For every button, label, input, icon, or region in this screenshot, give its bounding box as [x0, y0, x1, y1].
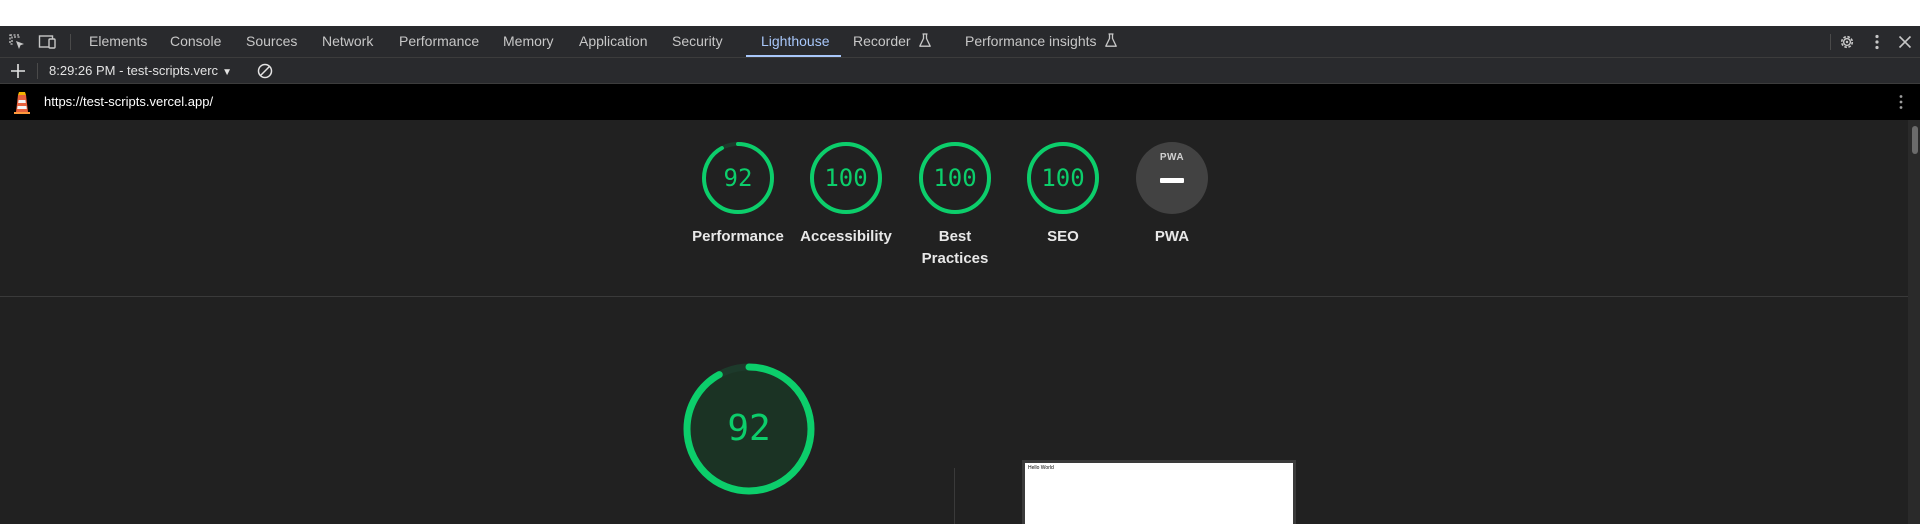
devtools-window: Elements Console Sources Network Perform… [0, 26, 1920, 524]
report-select-dropdown[interactable]: 8:29:26 PM - test-scripts.verc ▼ [49, 58, 232, 83]
gauge-score-value: 100 [933, 164, 977, 192]
tab-label: Recorder [853, 33, 911, 49]
lighthouse-logo-icon [12, 90, 32, 119]
section-divider [954, 468, 955, 524]
tab-label: Memory [503, 33, 554, 49]
main-score-value: 92 [727, 408, 771, 449]
gauge-label: Performance [692, 228, 784, 245]
tab-performance-insights[interactable]: Performance insights [965, 26, 1118, 57]
caret-down-icon: ▼ [222, 67, 232, 78]
report-select-label: 8:29:26 PM - test-scripts.verc [49, 63, 219, 78]
lighthouse-report: 92 Performance 100 Accessibility 100 Bes… [0, 120, 1908, 524]
gauge-best-practices[interactable]: 100 Best Practices [899, 140, 1011, 270]
main-performance-gauge[interactable]: 92 [680, 360, 818, 498]
gauge-label: PWA [1154, 228, 1190, 245]
score-gauges-summary: 92 Performance 100 Accessibility 100 Bes… [0, 120, 1908, 297]
screenshot-text: Hello World [1028, 465, 1054, 471]
more-vertical-icon[interactable] [1868, 33, 1886, 51]
clear-icon[interactable] [256, 62, 274, 80]
gauge-pwa[interactable]: PWA PWA [1117, 140, 1227, 248]
report-url-bar: https://test-scripts.vercel.app/ [0, 84, 1920, 120]
toolbar-separator [37, 63, 38, 79]
tab-label: Performance insights [965, 33, 1097, 49]
gauge-performance[interactable]: 92 Performance [683, 140, 793, 248]
pwa-badge-text: PWA [1159, 152, 1185, 163]
gauge-label: Accessibility [800, 228, 892, 245]
tab-sources[interactable]: Sources [246, 26, 297, 57]
tab-label: Elements [89, 33, 148, 49]
report-url[interactable]: https://test-scripts.vercel.app/ [44, 84, 213, 120]
lighthouse-toolbar: 8:29:26 PM - test-scripts.verc ▼ [0, 58, 1920, 84]
tab-performance[interactable]: Performance [399, 26, 479, 57]
gauge-label: Best Practices [921, 228, 989, 267]
flask-icon [918, 28, 932, 59]
gauge-score-value: 92 [723, 164, 753, 192]
settings-gear-icon[interactable] [1838, 33, 1856, 51]
tab-recorder[interactable]: Recorder [853, 26, 932, 57]
gauge-score-value: 100 [824, 164, 868, 192]
gauge-score-value: 100 [1041, 164, 1085, 192]
toolbar-separator [1830, 34, 1831, 50]
scrollbar-thumb[interactable] [1912, 126, 1918, 154]
tab-label: Console [170, 33, 222, 49]
tab-label: Lighthouse [761, 33, 830, 49]
pwa-dash-icon [1160, 178, 1184, 183]
device-toggle-icon[interactable] [38, 33, 56, 51]
plus-icon[interactable] [9, 62, 27, 80]
tab-label: Security [672, 33, 723, 49]
gauge-label: SEO [1047, 228, 1079, 245]
tab-console[interactable]: Console [170, 26, 221, 57]
toolbar-separator [70, 34, 71, 50]
devtools-tab-bar: Elements Console Sources Network Perform… [0, 26, 1920, 58]
gauge-seo[interactable]: 100 SEO [1008, 140, 1118, 248]
tab-label: Application [579, 33, 648, 49]
tab-label: Sources [246, 33, 298, 49]
tab-lighthouse[interactable]: Lighthouse [761, 26, 830, 57]
tab-security[interactable]: Security [672, 26, 723, 57]
tab-application[interactable]: Application [579, 26, 648, 57]
close-icon[interactable] [1896, 33, 1914, 51]
active-tab-indicator [746, 55, 841, 57]
tab-elements[interactable]: Elements [89, 26, 147, 57]
tab-memory[interactable]: Memory [503, 26, 554, 57]
flask-icon [1104, 28, 1118, 59]
page-screenshot-thumbnail[interactable]: Hello World [1022, 460, 1296, 524]
more-vertical-icon[interactable] [1892, 93, 1910, 116]
tab-network[interactable]: Network [322, 26, 373, 57]
tab-label: Performance [399, 33, 480, 49]
tab-label: Network [322, 33, 374, 49]
gauge-accessibility[interactable]: 100 Accessibility [791, 140, 901, 248]
inspect-element-icon[interactable] [8, 33, 26, 51]
report-scrollbar[interactable] [1908, 120, 1920, 524]
